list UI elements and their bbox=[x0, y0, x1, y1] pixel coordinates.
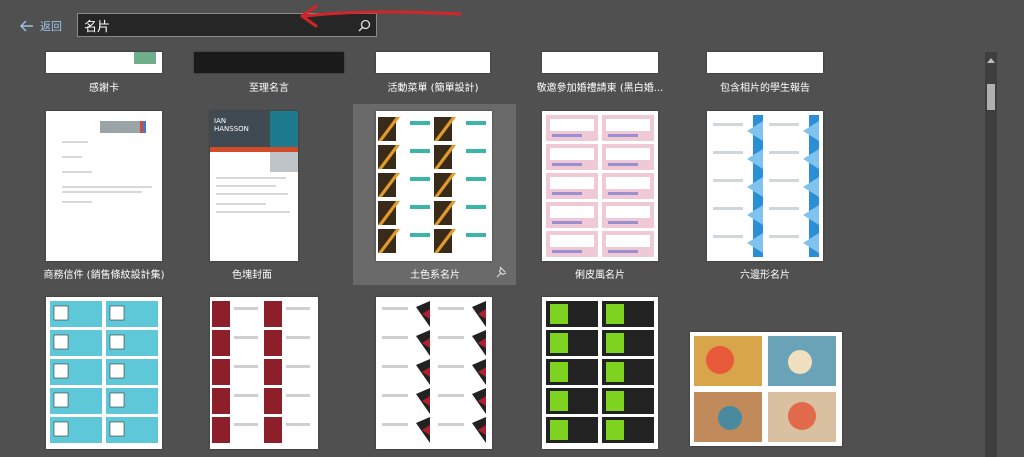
template-thumbnail bbox=[46, 297, 162, 449]
template-name: 包含相片的學生報告 bbox=[720, 83, 810, 94]
template-name: 色塊封面 bbox=[232, 270, 272, 281]
template-tile[interactable]: 敬邀參加婚禮請柬 (黑白婚... bbox=[536, 52, 664, 94]
template-tile[interactable]: 活動菜單 (簡單設計) bbox=[373, 52, 493, 94]
template-tile[interactable]: 俐皮風名片 bbox=[536, 111, 664, 281]
template-name: 六邊形名片 bbox=[740, 270, 790, 281]
template-name: 活動菜單 (簡單設計) bbox=[387, 83, 479, 94]
scroll-up-icon[interactable] bbox=[985, 54, 997, 66]
template-tile[interactable] bbox=[190, 297, 318, 457]
back-label: 返回 bbox=[40, 20, 62, 33]
template-tile[interactable]: 感謝卡 bbox=[45, 52, 163, 94]
cv-name-line2: HANSSON bbox=[214, 125, 249, 133]
template-name: 敬邀參加婚禮請柬 (黑白婚... bbox=[536, 83, 664, 94]
template-name: 至理名言 bbox=[249, 83, 289, 94]
template-name: 土色系名片 bbox=[410, 270, 460, 281]
template-tile[interactable]: IAN HANSSON 色塊封面 bbox=[190, 111, 314, 281]
template-thumbnail bbox=[707, 52, 823, 73]
back-button[interactable]: 返回 bbox=[20, 18, 62, 34]
template-tile[interactable]: 至理名言 bbox=[193, 52, 345, 94]
template-thumbnail bbox=[690, 332, 842, 446]
template-name: 俐皮風名片 bbox=[575, 270, 625, 281]
template-tile[interactable]: 商務信件 (銷售條紋設計集) bbox=[40, 111, 168, 281]
annotation-arrow-icon bbox=[300, 4, 462, 28]
cv-name-line1: IAN bbox=[214, 117, 227, 125]
template-tile[interactable] bbox=[536, 297, 664, 457]
template-tile[interactable]: 六邊形名片 bbox=[700, 111, 830, 281]
vertical-scrollbar[interactable] bbox=[985, 52, 997, 457]
template-name: 商務信件 (銷售條紋設計集) bbox=[43, 270, 165, 281]
pin-icon[interactable] bbox=[496, 266, 508, 278]
back-arrow-icon bbox=[20, 20, 33, 32]
template-tile[interactable]: 土色系名片 bbox=[356, 111, 514, 281]
template-thumbnail bbox=[707, 111, 823, 261]
template-tile[interactable] bbox=[356, 297, 514, 457]
template-tile[interactable]: 包含相片的學生報告 bbox=[700, 52, 830, 94]
template-thumbnail bbox=[542, 52, 658, 73]
template-thumbnail bbox=[376, 111, 492, 261]
template-thumbnail bbox=[376, 297, 492, 449]
template-name: 感謝卡 bbox=[89, 83, 119, 94]
template-thumbnail bbox=[210, 297, 318, 449]
scrollbar-thumb[interactable] bbox=[987, 84, 995, 110]
template-thumbnail bbox=[46, 52, 162, 73]
template-thumbnail bbox=[194, 52, 344, 73]
template-thumbnail bbox=[542, 297, 658, 449]
template-tile[interactable] bbox=[40, 297, 168, 457]
template-tile[interactable] bbox=[686, 332, 846, 457]
template-thumbnail: IAN HANSSON bbox=[210, 111, 298, 261]
template-thumbnail bbox=[46, 111, 162, 261]
template-thumbnail bbox=[376, 52, 490, 73]
template-thumbnail bbox=[542, 111, 658, 261]
